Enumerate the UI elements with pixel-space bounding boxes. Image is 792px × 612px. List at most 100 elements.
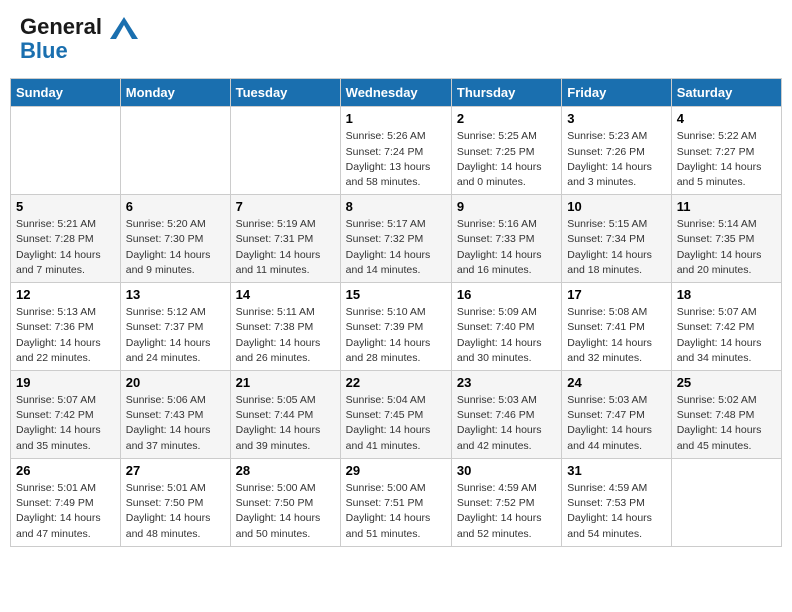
day-number: 21 bbox=[236, 375, 335, 390]
day-number: 23 bbox=[457, 375, 556, 390]
day-info: Sunrise: 5:00 AMSunset: 7:51 PMDaylight:… bbox=[346, 481, 446, 542]
day-info: Sunrise: 5:25 AMSunset: 7:25 PMDaylight:… bbox=[457, 129, 556, 190]
week-row-1: 1 Sunrise: 5:26 AMSunset: 7:24 PMDaylight… bbox=[11, 107, 782, 195]
col-header-wednesday: Wednesday bbox=[340, 79, 451, 107]
day-info: Sunrise: 5:04 AMSunset: 7:45 PMDaylight:… bbox=[346, 393, 446, 454]
day-info: Sunrise: 5:21 AMSunset: 7:28 PMDaylight:… bbox=[16, 217, 115, 278]
logo-blue: Blue bbox=[20, 39, 138, 63]
day-number: 20 bbox=[126, 375, 225, 390]
day-number: 11 bbox=[677, 199, 776, 214]
day-number: 19 bbox=[16, 375, 115, 390]
calendar-cell: 23 Sunrise: 5:03 AMSunset: 7:46 PMDayligh… bbox=[451, 371, 561, 459]
day-number: 17 bbox=[567, 287, 665, 302]
calendar-table: SundayMondayTuesdayWednesdayThursdayFrid… bbox=[10, 78, 782, 546]
day-info: Sunrise: 5:10 AMSunset: 7:39 PMDaylight:… bbox=[346, 305, 446, 366]
day-info: Sunrise: 4:59 AMSunset: 7:53 PMDaylight:… bbox=[567, 481, 665, 542]
day-info: Sunrise: 5:05 AMSunset: 7:44 PMDaylight:… bbox=[236, 393, 335, 454]
calendar-cell: 27 Sunrise: 5:01 AMSunset: 7:50 PMDayligh… bbox=[120, 458, 230, 546]
day-number: 24 bbox=[567, 375, 665, 390]
day-info: Sunrise: 5:23 AMSunset: 7:26 PMDaylight:… bbox=[567, 129, 665, 190]
calendar-cell: 8 Sunrise: 5:17 AMSunset: 7:32 PMDaylight… bbox=[340, 195, 451, 283]
day-number: 1 bbox=[346, 111, 446, 126]
logo-icon bbox=[110, 17, 138, 39]
day-info: Sunrise: 5:17 AMSunset: 7:32 PMDaylight:… bbox=[346, 217, 446, 278]
day-number: 18 bbox=[677, 287, 776, 302]
day-number: 28 bbox=[236, 463, 335, 478]
day-number: 5 bbox=[16, 199, 115, 214]
calendar-cell: 30Sunrise: 4:59 AMSunset: 7:52 PMDayligh… bbox=[451, 458, 561, 546]
col-header-friday: Friday bbox=[562, 79, 671, 107]
col-header-monday: Monday bbox=[120, 79, 230, 107]
calendar-cell: 1 Sunrise: 5:26 AMSunset: 7:24 PMDaylight… bbox=[340, 107, 451, 195]
calendar-cell: 10 Sunrise: 5:15 AMSunset: 7:34 PMDayligh… bbox=[562, 195, 671, 283]
week-row-4: 19 Sunrise: 5:07 AMSunset: 7:42 PMDayligh… bbox=[11, 371, 782, 459]
calendar-cell: 20Sunrise: 5:06 AMSunset: 7:43 PMDayligh… bbox=[120, 371, 230, 459]
calendar-cell: 3 Sunrise: 5:23 AMSunset: 7:26 PMDaylight… bbox=[562, 107, 671, 195]
day-number: 12 bbox=[16, 287, 115, 302]
day-number: 29 bbox=[346, 463, 446, 478]
day-number: 30 bbox=[457, 463, 556, 478]
calendar-cell bbox=[11, 107, 121, 195]
col-header-thursday: Thursday bbox=[451, 79, 561, 107]
calendar-cell: 25 Sunrise: 5:02 AMSunset: 7:48 PMDayligh… bbox=[671, 371, 781, 459]
calendar-cell: 12Sunrise: 5:13 AMSunset: 7:36 PMDayligh… bbox=[11, 283, 121, 371]
day-number: 9 bbox=[457, 199, 556, 214]
calendar-cell bbox=[230, 107, 340, 195]
day-number: 10 bbox=[567, 199, 665, 214]
day-number: 14 bbox=[236, 287, 335, 302]
logo: General Blue bbox=[20, 15, 138, 63]
calendar-cell: 14 Sunrise: 5:11 AMSunset: 7:38 PMDayligh… bbox=[230, 283, 340, 371]
calendar-cell: 26 Sunrise: 5:01 AMSunset: 7:49 PMDayligh… bbox=[11, 458, 121, 546]
calendar-cell bbox=[120, 107, 230, 195]
day-number: 26 bbox=[16, 463, 115, 478]
day-number: 16 bbox=[457, 287, 556, 302]
calendar-cell: 29 Sunrise: 5:00 AMSunset: 7:51 PMDayligh… bbox=[340, 458, 451, 546]
day-number: 6 bbox=[126, 199, 225, 214]
day-info: Sunrise: 5:15 AMSunset: 7:34 PMDaylight:… bbox=[567, 217, 665, 278]
day-info: Sunrise: 5:01 AMSunset: 7:49 PMDaylight:… bbox=[16, 481, 115, 542]
col-header-tuesday: Tuesday bbox=[230, 79, 340, 107]
day-info: Sunrise: 5:07 AMSunset: 7:42 PMDaylight:… bbox=[677, 305, 776, 366]
day-info: Sunrise: 5:00 AMSunset: 7:50 PMDaylight:… bbox=[236, 481, 335, 542]
calendar-cell: 4Sunrise: 5:22 AMSunset: 7:27 PMDaylight… bbox=[671, 107, 781, 195]
day-info: Sunrise: 5:03 AMSunset: 7:46 PMDaylight:… bbox=[457, 393, 556, 454]
calendar-cell: 9 Sunrise: 5:16 AMSunset: 7:33 PMDaylight… bbox=[451, 195, 561, 283]
day-number: 22 bbox=[346, 375, 446, 390]
col-header-sunday: Sunday bbox=[11, 79, 121, 107]
day-info: Sunrise: 5:11 AMSunset: 7:38 PMDaylight:… bbox=[236, 305, 335, 366]
day-number: 8 bbox=[346, 199, 446, 214]
day-info: Sunrise: 5:01 AMSunset: 7:50 PMDaylight:… bbox=[126, 481, 225, 542]
day-number: 7 bbox=[236, 199, 335, 214]
day-info: Sunrise: 5:02 AMSunset: 7:48 PMDaylight:… bbox=[677, 393, 776, 454]
page-header: General Blue bbox=[10, 10, 782, 68]
day-number: 13 bbox=[126, 287, 225, 302]
week-row-5: 26 Sunrise: 5:01 AMSunset: 7:49 PMDayligh… bbox=[11, 458, 782, 546]
day-number: 25 bbox=[677, 375, 776, 390]
calendar-cell: 21 Sunrise: 5:05 AMSunset: 7:44 PMDayligh… bbox=[230, 371, 340, 459]
day-number: 27 bbox=[126, 463, 225, 478]
calendar-cell: 16Sunrise: 5:09 AMSunset: 7:40 PMDayligh… bbox=[451, 283, 561, 371]
day-info: Sunrise: 5:14 AMSunset: 7:35 PMDaylight:… bbox=[677, 217, 776, 278]
calendar-cell: 22 Sunrise: 5:04 AMSunset: 7:45 PMDayligh… bbox=[340, 371, 451, 459]
calendar-cell: 15Sunrise: 5:10 AMSunset: 7:39 PMDayligh… bbox=[340, 283, 451, 371]
day-number: 3 bbox=[567, 111, 665, 126]
calendar-cell bbox=[671, 458, 781, 546]
day-info: Sunrise: 5:19 AMSunset: 7:31 PMDaylight:… bbox=[236, 217, 335, 278]
day-number: 4 bbox=[677, 111, 776, 126]
day-number: 31 bbox=[567, 463, 665, 478]
week-row-3: 12Sunrise: 5:13 AMSunset: 7:36 PMDayligh… bbox=[11, 283, 782, 371]
day-info: Sunrise: 5:26 AMSunset: 7:24 PMDaylight:… bbox=[346, 129, 446, 190]
day-info: Sunrise: 5:20 AMSunset: 7:30 PMDaylight:… bbox=[126, 217, 225, 278]
logo-general: General bbox=[20, 14, 102, 39]
calendar-cell: 2Sunrise: 5:25 AMSunset: 7:25 PMDaylight… bbox=[451, 107, 561, 195]
calendar-cell: 11 Sunrise: 5:14 AMSunset: 7:35 PMDayligh… bbox=[671, 195, 781, 283]
calendar-cell: 19 Sunrise: 5:07 AMSunset: 7:42 PMDayligh… bbox=[11, 371, 121, 459]
day-info: Sunrise: 5:16 AMSunset: 7:33 PMDaylight:… bbox=[457, 217, 556, 278]
calendar-cell: 13 Sunrise: 5:12 AMSunset: 7:37 PMDayligh… bbox=[120, 283, 230, 371]
day-info: Sunrise: 5:03 AMSunset: 7:47 PMDaylight:… bbox=[567, 393, 665, 454]
calendar-cell: 24 Sunrise: 5:03 AMSunset: 7:47 PMDayligh… bbox=[562, 371, 671, 459]
week-row-2: 5 Sunrise: 5:21 AMSunset: 7:28 PMDaylight… bbox=[11, 195, 782, 283]
day-info: Sunrise: 5:12 AMSunset: 7:37 PMDaylight:… bbox=[126, 305, 225, 366]
day-info: Sunrise: 5:07 AMSunset: 7:42 PMDaylight:… bbox=[16, 393, 115, 454]
calendar-cell: 18 Sunrise: 5:07 AMSunset: 7:42 PMDayligh… bbox=[671, 283, 781, 371]
